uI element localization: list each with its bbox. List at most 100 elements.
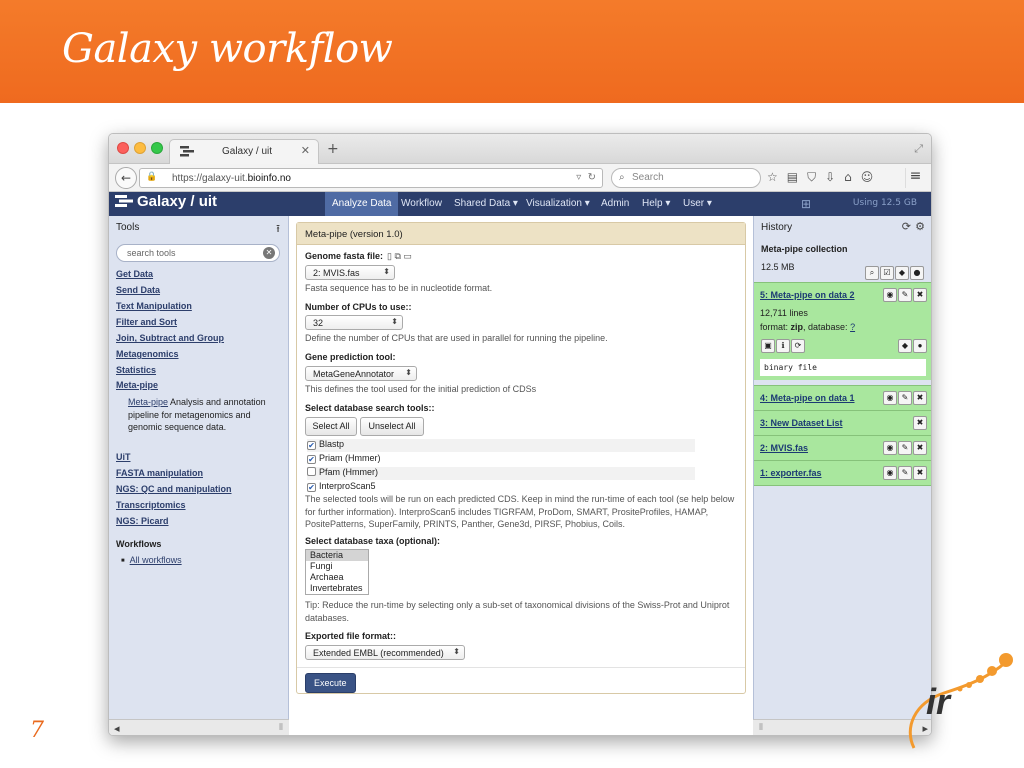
tags-icon[interactable]: ◆ bbox=[895, 266, 909, 280]
unselect-all-button[interactable]: Unselect All bbox=[360, 417, 424, 436]
url-bar[interactable]: 🔒 https://galaxy-uit.bioinfo.no ▿ ↻ bbox=[139, 168, 603, 188]
tool-search-input[interactable]: search tools ✕ bbox=[116, 244, 280, 262]
browser-toolbar-icons[interactable]: ☆▤⛉⇩⌂☺ bbox=[767, 170, 882, 185]
dataset-title[interactable]: 1: exporter.fas bbox=[760, 468, 822, 478]
eye-icon[interactable]: ◉ bbox=[883, 466, 897, 480]
tool-section-ngs-picard[interactable]: NGS: Picard bbox=[116, 516, 169, 526]
execute-button[interactable]: Execute bbox=[305, 673, 356, 693]
save-icon[interactable]: ▣ bbox=[761, 339, 775, 353]
collapse-tools-icon[interactable]: ◂ bbox=[114, 722, 120, 735]
nav-user[interactable]: User ▾ bbox=[683, 192, 712, 216]
eye-icon[interactable]: ◉ bbox=[883, 441, 897, 455]
nav-shared-data[interactable]: Shared Data ▾ bbox=[454, 192, 518, 216]
select-datasets-icon[interactable]: ☑ bbox=[880, 266, 894, 280]
pencil-icon[interactable]: ✎ bbox=[898, 288, 912, 302]
annotation-icon[interactable]: ● bbox=[910, 266, 924, 280]
tool-section-statistics[interactable]: Statistics bbox=[116, 365, 156, 375]
tool-section-meta-pipe[interactable]: Meta-pipe bbox=[116, 380, 158, 390]
history-options-gear-icon[interactable]: ⚙ bbox=[915, 220, 925, 233]
meta-pipe-tool-link[interactable]: Meta-pipe bbox=[128, 397, 168, 407]
dataset-1[interactable]: 1: exporter.fas ◉ ✎ ✖ bbox=[754, 460, 931, 486]
delete-icon[interactable]: ✖ bbox=[913, 441, 927, 455]
delete-icon[interactable]: ✖ bbox=[913, 466, 927, 480]
reload-icon[interactable]: ▿ ↻ bbox=[576, 172, 596, 183]
search-datasets-icon[interactable]: ⌕ bbox=[865, 266, 879, 280]
file-source-icons[interactable]: ▯ ⧉ ▭ bbox=[387, 251, 412, 261]
browser-tab[interactable]: Galaxy / uit ✕ bbox=[169, 139, 319, 164]
export-format-select[interactable]: Extended EMBL (recommended) ⬍ bbox=[305, 645, 465, 660]
hamburger-menu-icon[interactable]: ≡ bbox=[905, 168, 925, 188]
gene-prediction-select[interactable]: MetaGeneAnnotator ⬍ bbox=[305, 366, 417, 381]
delete-icon[interactable]: ✖ bbox=[913, 288, 927, 302]
database-value[interactable]: ? bbox=[850, 322, 855, 332]
checkbox-icon[interactable] bbox=[307, 467, 316, 476]
rerun-icon[interactable]: ⟳ bbox=[791, 339, 805, 353]
delete-icon[interactable]: ✖ bbox=[913, 391, 927, 405]
tab-close-icon[interactable]: ✕ bbox=[301, 144, 310, 157]
tool-section-filter-sort[interactable]: Filter and Sort bbox=[116, 317, 177, 327]
galaxy-brand[interactable]: Galaxy / uit bbox=[115, 193, 217, 215]
all-workflows-link[interactable]: All workflows bbox=[121, 555, 182, 565]
dataset-2[interactable]: 2: MVIS.fas ◉ ✎ ✖ bbox=[754, 435, 931, 460]
nav-workflow[interactable]: Workflow bbox=[401, 192, 442, 216]
pencil-icon[interactable]: ✎ bbox=[898, 391, 912, 405]
dataset-title[interactable]: 2: MVIS.fas bbox=[760, 443, 808, 453]
tool-section-get-data[interactable]: Get Data bbox=[116, 269, 153, 279]
tool-section-metagenomics[interactable]: Metagenomics bbox=[116, 349, 179, 359]
new-tab-icon[interactable]: + bbox=[327, 141, 339, 157]
nav-admin[interactable]: Admin bbox=[601, 192, 629, 216]
tool-section-text-manipulation[interactable]: Text Manipulation bbox=[116, 301, 192, 311]
tags-icon[interactable]: ◆ bbox=[898, 339, 912, 353]
nav-help[interactable]: Help ▾ bbox=[642, 192, 670, 216]
checkbox-icon[interactable]: ✔ bbox=[307, 483, 316, 492]
db-tool-blastp[interactable]: ✔ Blastp bbox=[307, 439, 695, 452]
tool-section-join-subtract-group[interactable]: Join, Subtract and Group bbox=[116, 333, 224, 343]
resize-grip-icon[interactable]: ⦀ bbox=[279, 723, 283, 733]
browser-search-input[interactable]: ⌕ Search bbox=[611, 168, 761, 188]
annotation-icon[interactable]: ● bbox=[913, 339, 927, 353]
dataset-title[interactable]: 3: New Dataset List bbox=[760, 418, 843, 428]
tool-section-fasta-manipulation[interactable]: FASTA manipulation bbox=[116, 468, 203, 478]
fullscreen-icon[interactable]: ⤢ bbox=[914, 142, 923, 156]
pencil-icon[interactable]: ✎ bbox=[898, 441, 912, 455]
tool-section-transcriptomics[interactable]: Transcriptomics bbox=[116, 500, 186, 510]
dataset-title[interactable]: 4: Meta-pipe on data 1 bbox=[760, 393, 855, 403]
tool-section-send-data[interactable]: Send Data bbox=[116, 285, 160, 295]
refresh-history-icon[interactable]: ⟳ bbox=[902, 220, 911, 233]
delete-icon[interactable]: ✖ bbox=[913, 416, 927, 430]
taxa-listbox[interactable]: Bacteria Fungi Archaea Invertebrates bbox=[305, 549, 369, 595]
dataset-3[interactable]: 3: New Dataset List ✖ bbox=[754, 410, 931, 435]
db-tool-priam[interactable]: ✔ Priam (Hmmer) bbox=[307, 453, 695, 466]
tool-section-uit[interactable]: UiT bbox=[116, 452, 131, 462]
close-window-button[interactable] bbox=[117, 142, 129, 154]
taxa-option[interactable]: Bacteria bbox=[306, 550, 368, 561]
taxa-option[interactable]: Archaea bbox=[306, 572, 368, 583]
db-tool-pfam[interactable]: Pfam (Hmmer) bbox=[307, 467, 695, 480]
site-info-icon[interactable]: 🔒 bbox=[146, 172, 157, 182]
checkbox-icon[interactable]: ✔ bbox=[307, 455, 316, 464]
select-all-button[interactable]: Select All bbox=[305, 417, 357, 436]
resize-grip-icon[interactable]: ⦀ bbox=[759, 723, 763, 733]
genome-fasta-select[interactable]: 2: MVIS.fas ⬍ bbox=[305, 265, 395, 280]
history-name[interactable]: Meta-pipe collection bbox=[761, 244, 848, 254]
nav-analyze-data[interactable]: Analyze Data bbox=[325, 192, 399, 216]
scratchbook-icon[interactable]: ⊞ bbox=[801, 197, 815, 211]
eye-icon[interactable]: ◉ bbox=[883, 288, 897, 302]
maximize-window-button[interactable] bbox=[151, 142, 163, 154]
minimize-window-button[interactable] bbox=[134, 142, 146, 154]
nav-visualization[interactable]: Visualization ▾ bbox=[526, 192, 590, 216]
upload-icon[interactable]: ⭱ bbox=[276, 220, 280, 239]
taxa-option[interactable]: Fungi bbox=[306, 561, 368, 572]
taxa-option[interactable]: Invertebrates bbox=[306, 583, 368, 594]
tool-section-ngs-qc[interactable]: NGS: QC and manipulation bbox=[116, 484, 232, 494]
back-button[interactable]: ← bbox=[115, 167, 137, 189]
pencil-icon[interactable]: ✎ bbox=[898, 466, 912, 480]
checkbox-icon[interactable]: ✔ bbox=[307, 441, 316, 450]
dataset-5[interactable]: 5: Meta-pipe on data 2 ◉ ✎ ✖ 12,711 lines … bbox=[754, 282, 931, 380]
clear-search-icon[interactable]: ✕ bbox=[263, 247, 275, 259]
info-icon[interactable]: ℹ bbox=[776, 339, 790, 353]
dataset-4[interactable]: 4: Meta-pipe on data 1 ◉ ✎ ✖ bbox=[754, 385, 931, 410]
dataset-title[interactable]: 5: Meta-pipe on data 2 bbox=[760, 290, 855, 300]
cpu-select[interactable]: 32 ⬍ bbox=[305, 315, 403, 330]
eye-icon[interactable]: ◉ bbox=[883, 391, 897, 405]
